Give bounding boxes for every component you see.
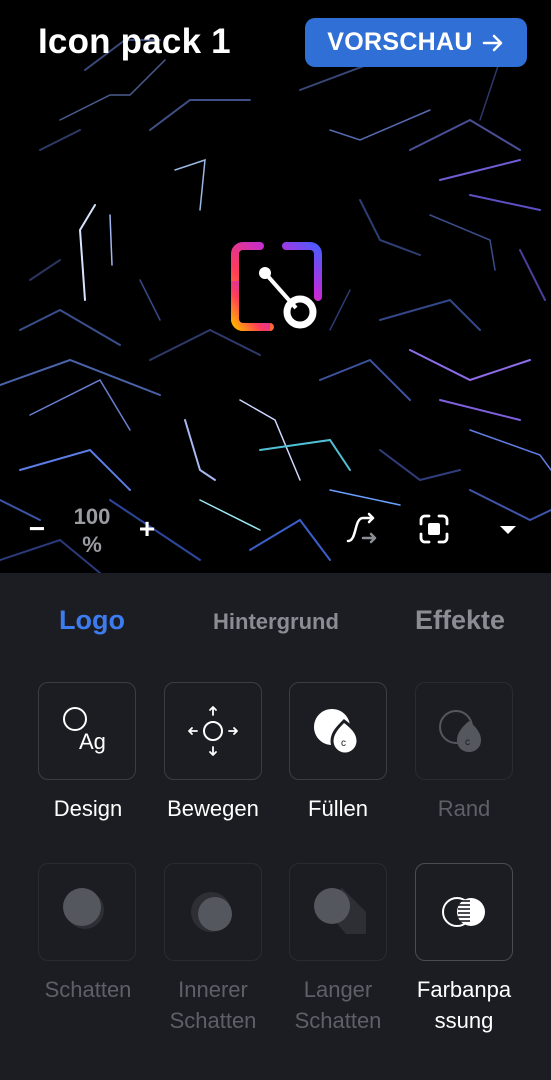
tab-effekte[interactable]: Effekte <box>408 605 512 636</box>
inner-shadow-button[interactable] <box>164 863 262 961</box>
svg-text:Ag: Ag <box>79 729 106 754</box>
inner-shadow-label: Innerer Schatten <box>150 974 276 1036</box>
preview-button[interactable]: VORSCHAU <box>305 18 527 67</box>
move-button[interactable] <box>164 682 262 780</box>
zoom-value-number: 100 <box>73 504 111 529</box>
long-shadow-button[interactable] <box>289 863 387 961</box>
move-label: Bewegen <box>167 796 259 821</box>
long-shadow-label: Langer Schatten <box>275 974 401 1036</box>
shadow-icon <box>63 888 104 929</box>
long-shadow-label-line2: Schatten <box>294 1008 382 1033</box>
border-drop-icon: c <box>439 710 481 752</box>
zoom-value-unit: % <box>82 532 102 557</box>
zoom-out-button[interactable]: − <box>26 514 48 544</box>
preview-canvas[interactable]: Icon pack 1 VORSCHAU − 100 % + <box>0 0 551 573</box>
fill-label: Füllen <box>308 796 368 821</box>
focus-frame-icon[interactable] <box>417 512 451 546</box>
shadow-button[interactable] <box>38 863 136 961</box>
inner-shadow-icon <box>191 892 232 932</box>
border-label: Rand <box>437 796 491 821</box>
path-animation-icon[interactable] <box>345 512 379 546</box>
long-shadow-label-line1: Langer <box>303 977 373 1002</box>
project-title: Icon pack 1 <box>38 22 231 61</box>
long-shadow-icon <box>314 888 366 934</box>
border-button[interactable]: c <box>415 682 513 780</box>
color-blend-button[interactable] <box>415 863 513 961</box>
move-arrows-icon <box>188 706 238 756</box>
svg-text:c: c <box>341 738 346 749</box>
tab-hintergrund[interactable]: Hintergrund <box>205 609 347 635</box>
tab-logo[interactable]: Logo <box>50 605 134 636</box>
circle-text-icon: Ag <box>63 707 106 754</box>
fill-drops-icon: c <box>314 709 360 756</box>
design-label: Design <box>53 796 123 821</box>
zoom-in-button[interactable]: + <box>136 514 158 544</box>
fill-button[interactable]: c <box>289 682 387 780</box>
inner-shadow-label-line2: Schatten <box>169 1008 257 1033</box>
preview-button-label: VORSCHAU <box>327 28 473 56</box>
color-blend-label: Farbanpa ssung <box>401 974 527 1036</box>
color-blend-label-line2: ssung <box>434 1008 494 1033</box>
arrow-right-icon <box>482 34 502 51</box>
color-blend-icon <box>442 897 485 927</box>
color-blend-label-line1: Farbanpa <box>416 977 512 1002</box>
design-button[interactable]: Ag <box>38 682 136 780</box>
inner-shadow-label-line1: Innerer <box>178 977 248 1002</box>
chevron-down-icon[interactable] <box>496 520 520 540</box>
logo-icon[interactable] <box>230 241 322 333</box>
shadow-label: Schatten <box>44 977 132 1002</box>
zoom-level: 100 % <box>62 503 122 559</box>
svg-text:c: c <box>465 737 470 748</box>
